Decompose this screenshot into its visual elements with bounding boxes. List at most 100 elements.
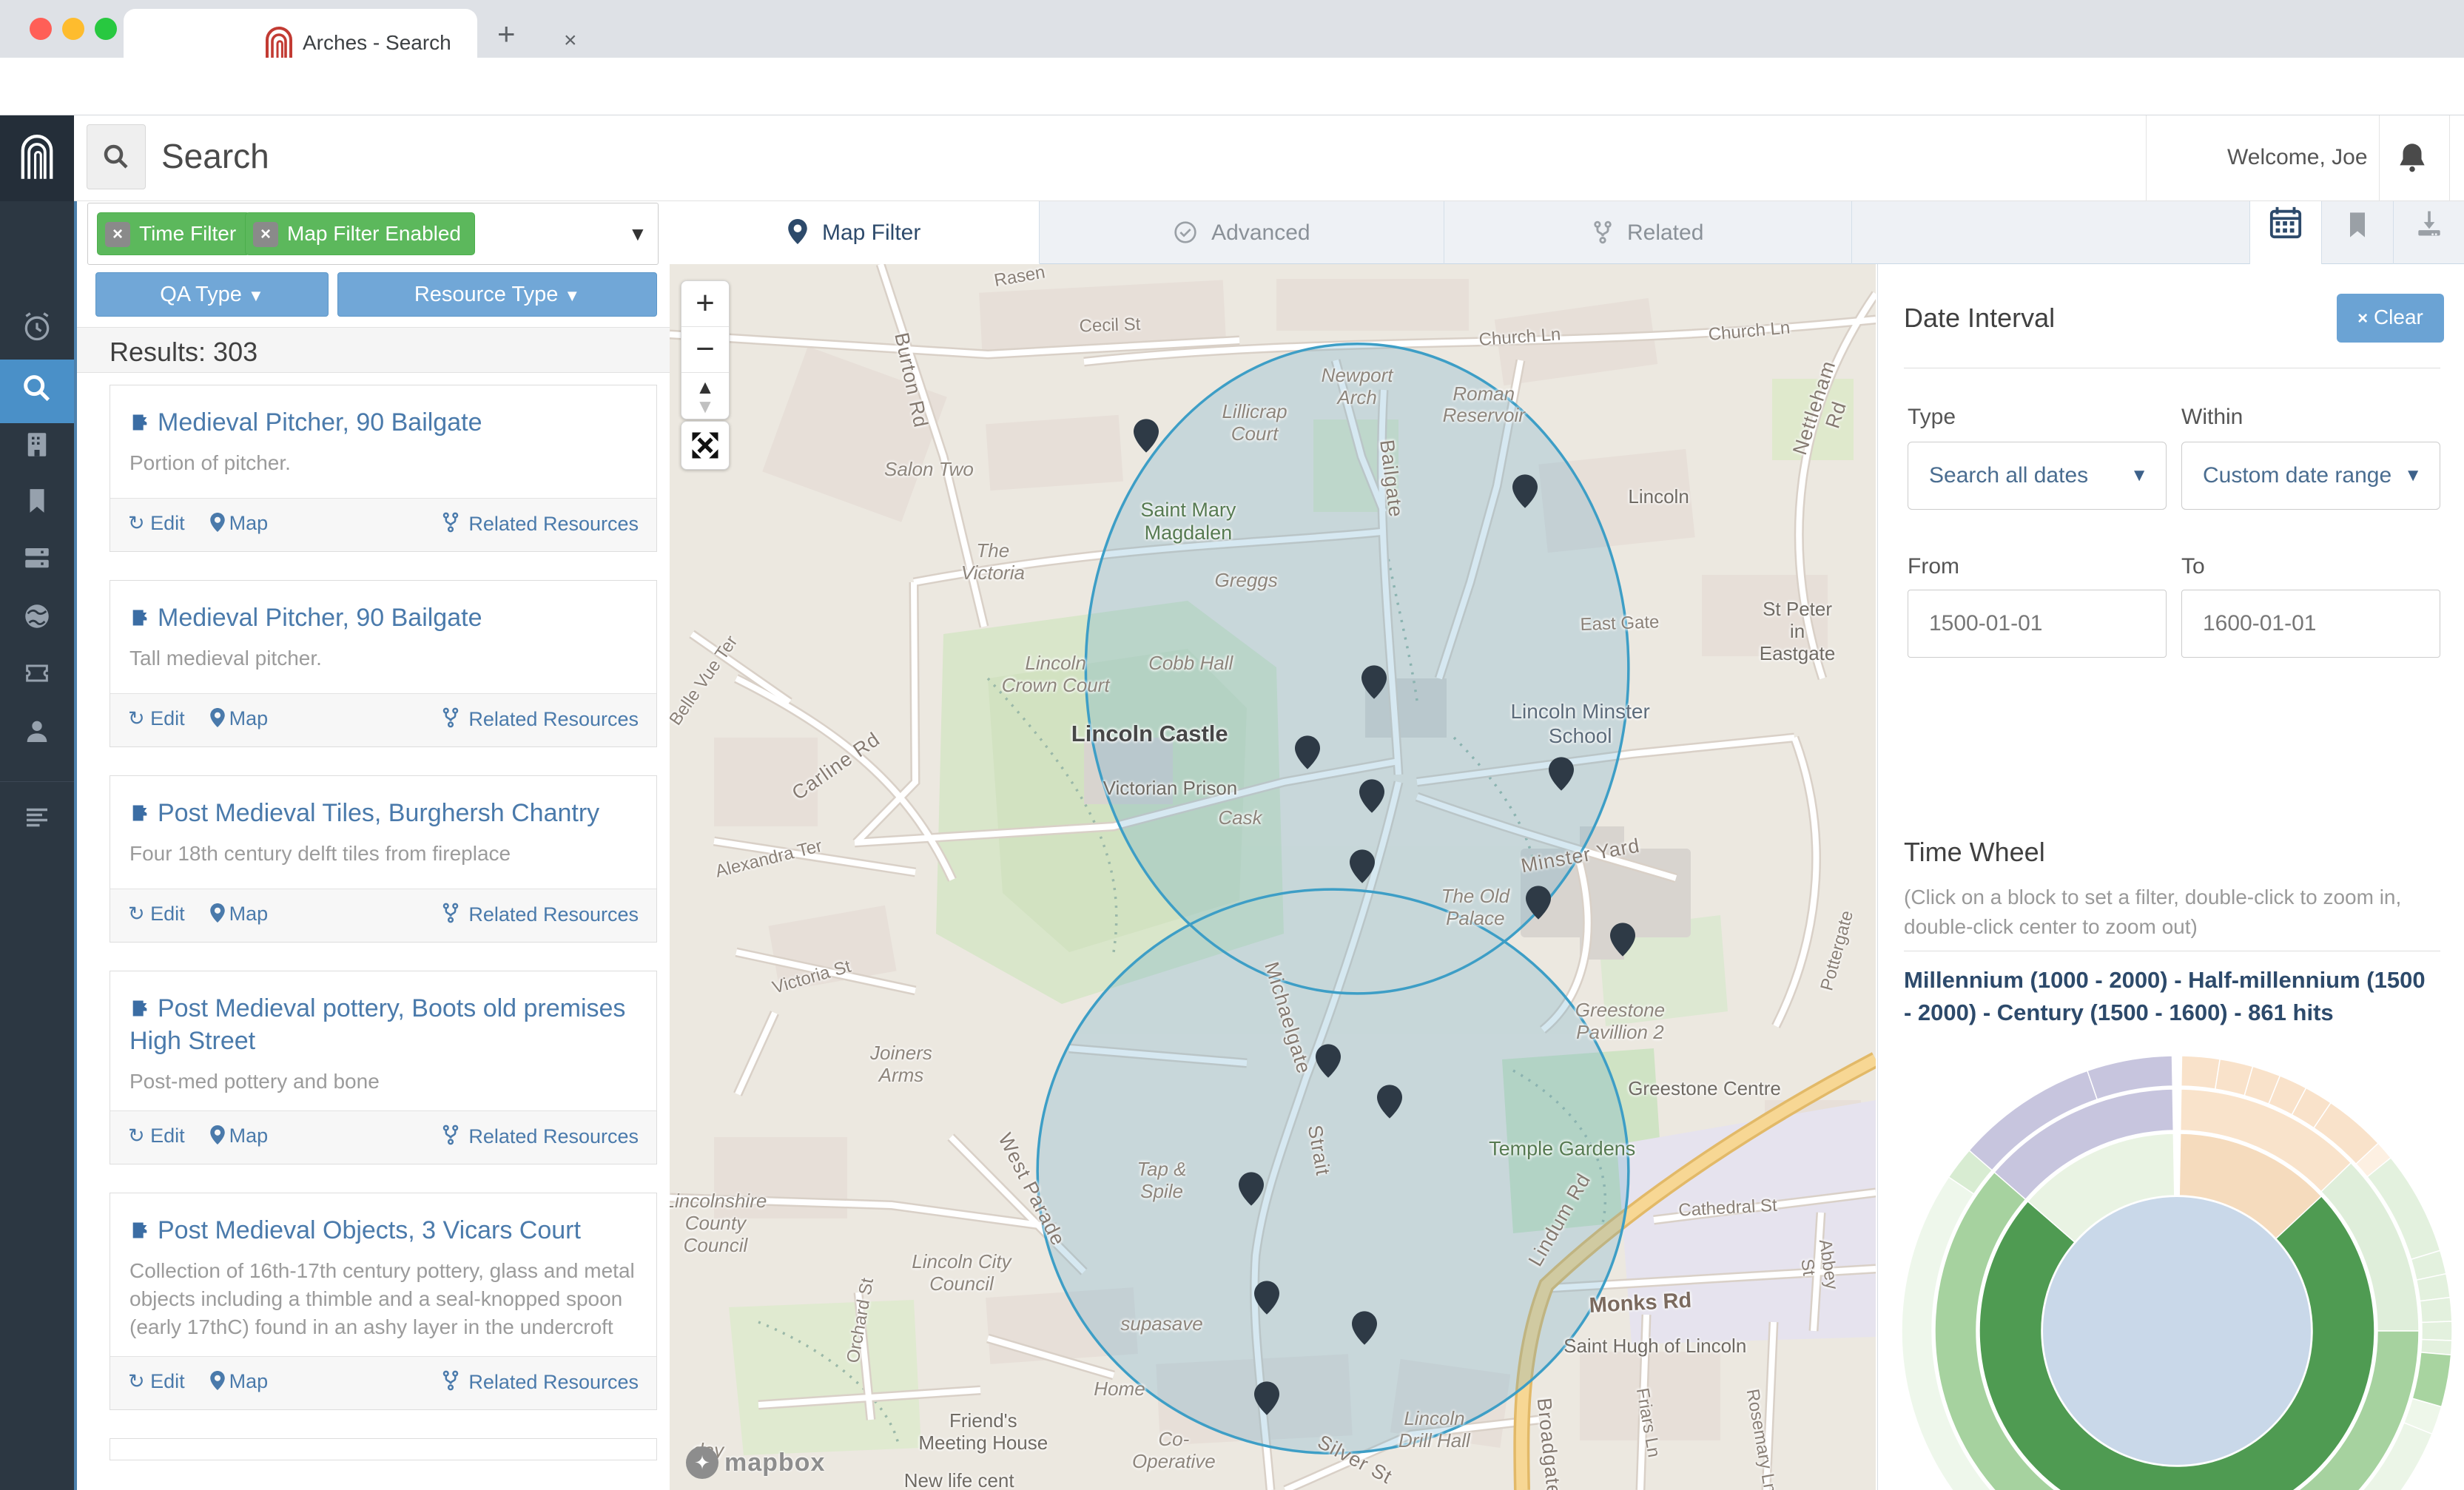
time-wheel-segment[interactable]	[2422, 1321, 2452, 1341]
result-title[interactable]: Medieval Pitcher, 90 Bailgate	[129, 601, 637, 634]
user-icon[interactable]	[0, 709, 74, 765]
result-title[interactable]: Medieval Pitcher, 90 Bailgate	[129, 406, 637, 439]
globe-nav-icon[interactable]	[0, 593, 74, 650]
map-canvas[interactable]: RasenCecil StChurch LnChurch LnBurton Rd…	[670, 264, 1876, 1490]
remove-filter-icon[interactable]: ×	[105, 222, 130, 247]
time-wheel-segment[interactable]	[2181, 1056, 2220, 1089]
filter-chip-map[interactable]: × Map Filter Enabled	[245, 212, 475, 255]
map-link[interactable]: Map	[210, 1370, 269, 1392]
time-wheel-center[interactable]	[2043, 1197, 2311, 1465]
tab-map-filter[interactable]: Map Filter	[670, 201, 1040, 264]
ticket-icon[interactable]	[0, 651, 74, 707]
to-date-input[interactable]: 1600-01-01	[2181, 590, 2440, 658]
tab-advanced[interactable]: Advanced	[1040, 201, 1444, 264]
app-logo-block[interactable]	[0, 115, 74, 201]
server-stack-icon[interactable]	[0, 536, 74, 592]
related-resources-link[interactable]: Related Resources	[442, 903, 639, 926]
result-description: Tall medieval pitcher.	[129, 644, 637, 672]
map-pin-icon	[210, 1125, 225, 1145]
map-label: Salon Two	[884, 459, 974, 481]
zoom-out-button[interactable]: −	[681, 327, 729, 373]
edit-link[interactable]: ↻ Edit	[128, 512, 185, 534]
arches-logo	[19, 133, 55, 182]
time-wheel-segment[interactable]	[2420, 1298, 2452, 1323]
map-extent-button[interactable]	[681, 421, 730, 470]
close-window-button[interactable]	[30, 18, 52, 40]
map-label: Victoria St	[770, 957, 853, 999]
map-label: Monks Rd	[1589, 1289, 1692, 1319]
map-label: Broadgate	[1532, 1397, 1566, 1490]
compass-control[interactable]: ▲▼	[681, 373, 729, 419]
map-link[interactable]: Map	[210, 903, 269, 925]
map-label: Lincoln	[1628, 486, 1689, 508]
minimize-window-button[interactable]	[62, 18, 84, 40]
map-label: Nettleham Rd	[1788, 357, 1862, 465]
time-wheel-breadcrumb[interactable]: Millennium (1000 - 2000) - Half-millenni…	[1904, 964, 2429, 1029]
filter-chip-time[interactable]: × Time Filter	[97, 212, 250, 255]
mapbox-logo-icon: ✦	[686, 1446, 718, 1479]
type-value: Search all dates	[1929, 463, 2088, 488]
welcome-user[interactable]: Welcome, Joe	[2227, 145, 2375, 170]
map-label: Belle Vue Ter	[670, 633, 741, 730]
map-link[interactable]: Map	[210, 512, 269, 534]
qa-type-label: QA Type	[160, 283, 242, 306]
map-link[interactable]: Map	[210, 707, 269, 729]
edit-icon: ↻	[128, 903, 145, 925]
tab-close-icon[interactable]: ×	[564, 28, 577, 53]
expand-arrows-icon	[690, 430, 721, 461]
type-select[interactable]: Search all dates▼	[1908, 442, 2167, 510]
qa-type-button[interactable]: QA Type ▼	[95, 272, 329, 317]
artefact-icon	[129, 411, 150, 434]
app-sidebar	[0, 115, 74, 1490]
resource-type-button[interactable]: Resource Type ▼	[337, 272, 657, 317]
card-footer: ↻ Edit Map Related Resources	[110, 498, 656, 551]
result-title[interactable]: Post Medieval pottery, Boots old premise…	[129, 992, 637, 1057]
result-title[interactable]: Post Medieval Tiles, Burghersh Chantry	[129, 797, 637, 829]
tab-time-filter[interactable]	[2249, 201, 2321, 264]
result-card[interactable]: Post Medieval pottery, Boots old premise…	[110, 971, 657, 1164]
result-card[interactable]	[110, 1438, 657, 1460]
browser-tab[interactable]: Arches - Search ×	[124, 9, 477, 58]
tab-related[interactable]: Related	[1445, 201, 1852, 264]
tab-export[interactable]	[2393, 201, 2464, 264]
edit-link[interactable]: ↻ Edit	[128, 903, 185, 925]
related-resources-link[interactable]: Related Resources	[442, 1371, 639, 1393]
map-label: Strait	[1303, 1123, 1335, 1177]
related-resources-link[interactable]: Related Resources	[442, 1125, 639, 1147]
recent-activity-icon[interactable]	[0, 303, 74, 360]
edit-link[interactable]: ↻ Edit	[128, 707, 185, 729]
search-input[interactable]: Search	[161, 136, 269, 176]
map-label: Lillicrap Court	[1222, 402, 1287, 446]
clear-filter-button[interactable]: × Clear	[2337, 294, 2444, 343]
edit-link[interactable]: ↻ Edit	[128, 1370, 185, 1392]
map-label: Bailgate	[1375, 439, 1407, 519]
edit-link[interactable]: ↻ Edit	[128, 1125, 185, 1147]
tab-saved-searches[interactable]	[2321, 201, 2393, 264]
result-card[interactable]: Medieval Pitcher, 90 BailgatePortion of …	[110, 385, 657, 552]
related-resources-link[interactable]: Related Resources	[442, 513, 639, 535]
within-select[interactable]: Custom date range▼	[2181, 442, 2440, 510]
result-card[interactable]: Post Medieval Tiles, Burghersh ChantryFo…	[110, 775, 657, 943]
from-date-input[interactable]: 1500-01-01	[1908, 590, 2167, 658]
search-icon-box[interactable]	[87, 124, 146, 189]
time-wheel-chart[interactable]	[1902, 1056, 2452, 1490]
zoom-in-button[interactable]: +	[681, 281, 729, 327]
map-zoom-controls: + − ▲▼	[681, 280, 730, 419]
zoom-window-button[interactable]	[95, 18, 117, 40]
map-attribution[interactable]: ✦mapbox	[686, 1446, 825, 1479]
remove-filter-icon[interactable]: ×	[253, 222, 278, 247]
menu-lines-icon[interactable]	[0, 795, 74, 851]
result-card[interactable]: Medieval Pitcher, 90 Bailgate Tall mediev…	[110, 580, 657, 747]
map-link[interactable]: Map	[210, 1125, 269, 1147]
new-tab-button[interactable]: +	[497, 16, 516, 52]
chevron-down-icon[interactable]: ▼	[628, 223, 647, 246]
edit-icon: ↻	[128, 512, 145, 534]
related-resources-link[interactable]: Related Resources	[442, 708, 639, 730]
time-wheel-segment[interactable]	[2412, 1352, 2451, 1407]
result-title[interactable]: Post Medieval Objects, 3 Vicars Court	[129, 1214, 637, 1247]
bookmark-nav-icon[interactable]	[0, 479, 74, 536]
buildings-icon[interactable]	[0, 422, 74, 478]
result-card[interactable]: Post Medieval Objects, 3 Vicars CourtCol…	[110, 1193, 657, 1410]
search-nav-icon[interactable]	[0, 364, 74, 420]
notifications-bell-icon[interactable]	[2394, 139, 2431, 176]
